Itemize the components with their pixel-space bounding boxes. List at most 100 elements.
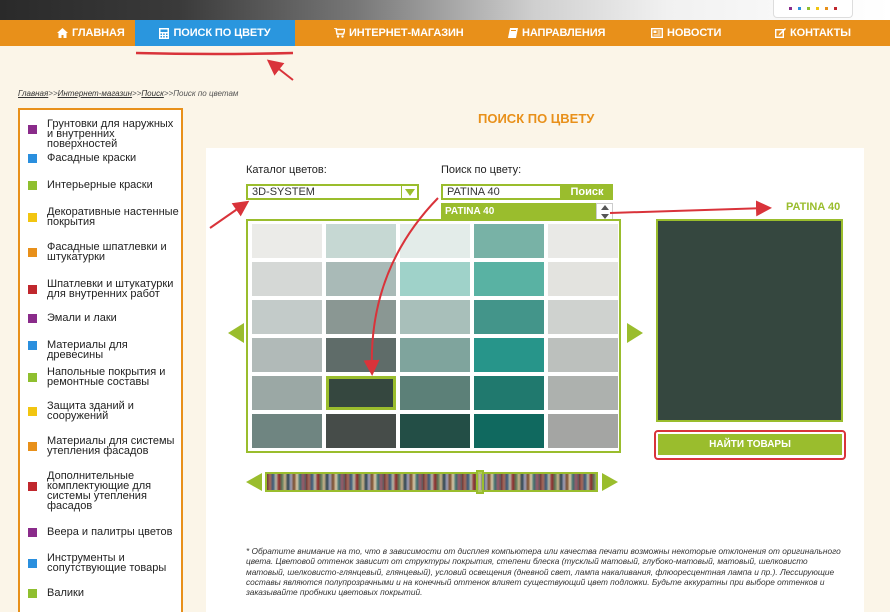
color-swatch[interactable] [548, 300, 618, 334]
nav-item-directions[interactable]: НАПРАВЛЕНИЯ [508, 20, 605, 46]
sidebar-item-label: Защита зданий и сооружений [47, 400, 134, 422]
color-swatch[interactable] [474, 300, 544, 334]
sidebar-item[interactable]: Напольные покрытия и ремонтные составы [20, 367, 181, 388]
color-swatch[interactable] [252, 414, 322, 448]
nav-item-color-search[interactable]: ПОИСК ПО ЦВЕТУ [135, 20, 295, 46]
category-sidebar: Грунтовки для наружных и внутренних пове… [18, 108, 183, 612]
color-swatch[interactable] [548, 376, 618, 410]
breadcrumb-search[interactable]: Поиск [141, 89, 163, 98]
color-swatch[interactable] [326, 224, 396, 258]
nav-item-contacts[interactable]: КОНТАКТЫ [775, 20, 851, 46]
chevron-down-icon[interactable] [401, 186, 417, 198]
color-swatch[interactable] [252, 376, 322, 410]
nav-item-label: ПОИСК ПО ЦВЕТУ [173, 27, 271, 39]
color-strip-slider[interactable] [265, 472, 598, 492]
sidebar-item[interactable]: Шпатлевки и штукатурки для внутренних ра… [20, 279, 181, 300]
nav-item-news[interactable]: НОВОСТИ [651, 20, 721, 46]
cart-icon [334, 28, 345, 38]
color-swatch[interactable] [400, 376, 470, 410]
color-swatch[interactable] [252, 300, 322, 334]
color-swatch[interactable] [400, 262, 470, 296]
category-color-marker [28, 558, 37, 568]
category-color-marker [28, 284, 37, 294]
sidebar-item[interactable]: Материалы для системы утепления фасадов [20, 435, 181, 457]
color-swatch[interactable] [400, 300, 470, 334]
catalog-label: Каталог цветов: [246, 164, 327, 176]
color-swatch[interactable] [252, 338, 322, 372]
category-color-marker [28, 481, 37, 491]
color-swatch[interactable] [252, 262, 322, 296]
sidebar-item-label: Инструменты и сопутствующие товары [47, 552, 167, 574]
catalog-select[interactable]: 3D-SYSTEM [246, 184, 419, 200]
strip-prev-arrow-icon[interactable] [246, 473, 262, 491]
color-swatch[interactable] [474, 376, 544, 410]
top-color-widget[interactable] [773, 0, 853, 18]
nav-item-shop[interactable]: ИНТЕРНЕТ-МАГАЗИН [334, 20, 464, 46]
color-swatch[interactable] [548, 224, 618, 258]
color-swatch[interactable] [474, 262, 544, 296]
sidebar-item[interactable]: Фасадные краски [20, 153, 181, 164]
breadcrumb-shop[interactable]: Интернет-магазин [58, 89, 132, 98]
nav-item-label: НОВОСТИ [667, 27, 722, 39]
main-navbar: ГЛАВНАЯ ПОИСК ПО ЦВЕТУ ИНТЕРНЕТ-МАГАЗИН … [0, 20, 890, 46]
color-swatch[interactable] [400, 224, 470, 258]
color-swatch[interactable] [400, 414, 470, 448]
catalog-select-value: 3D-SYSTEM [252, 186, 315, 198]
color-swatch[interactable] [548, 338, 618, 372]
color-swatch[interactable] [474, 224, 544, 258]
sidebar-item[interactable]: Дополнительные комплектующие для системы… [20, 471, 181, 512]
color-swatch[interactable] [548, 262, 618, 296]
breadcrumb-separator: >> [132, 89, 142, 98]
category-color-marker [28, 313, 37, 323]
search-button[interactable]: Поиск [561, 184, 613, 200]
sidebar-item[interactable]: Декоративные настенные покрытия [20, 206, 181, 228]
sidebar-item[interactable]: Фасадные шпатлевки и штукатурки [20, 242, 181, 263]
color-disclaimer-note: * Обратите внимание на то, что в зависим… [246, 546, 841, 598]
color-swatch[interactable] [474, 414, 544, 448]
sidebar-item[interactable]: Грунтовки для наружных и внутренних пове… [20, 119, 181, 150]
nav-item-label: НАПРАВЛЕНИЯ [522, 27, 606, 39]
category-color-marker [28, 441, 37, 451]
sidebar-item[interactable]: Веера и палитры цветов [20, 527, 181, 538]
annotation-underline [135, 51, 294, 56]
category-color-marker [28, 372, 37, 382]
breadcrumb-home[interactable]: Главная [18, 89, 48, 98]
category-color-marker [28, 588, 37, 598]
color-swatch[interactable] [326, 376, 396, 410]
color-swatch[interactable] [326, 300, 396, 334]
sidebar-item[interactable]: Валики [20, 588, 181, 599]
annotation-highlight-box [654, 430, 846, 460]
color-strip-handle[interactable] [476, 470, 484, 494]
strip-next-arrow-icon[interactable] [602, 473, 618, 491]
category-color-marker [28, 340, 37, 350]
color-swatch[interactable] [326, 414, 396, 448]
newspaper-icon [651, 28, 663, 38]
color-swatch[interactable] [474, 338, 544, 372]
category-color-marker [28, 247, 37, 257]
sidebar-item-label: Материалы для системы утепления фасадов [47, 435, 175, 457]
color-swatch[interactable] [326, 262, 396, 296]
sidebar-item[interactable]: Эмали и лаки [20, 313, 181, 324]
page-title: ПОИСК ПО ЦВЕТУ [478, 111, 595, 126]
breadcrumb-separator: >> [163, 89, 174, 98]
sidebar-item[interactable]: Материалы для древесины [20, 340, 181, 361]
edit-icon [775, 28, 786, 38]
preview-color-name: PATINA 40 [786, 201, 841, 213]
sidebar-item-label: Декоративные настенные покрытия [47, 206, 179, 228]
color-search-input[interactable]: PATINA 40 [441, 184, 562, 200]
sidebar-item[interactable]: Защита зданий и сооружений [20, 400, 181, 422]
nav-item-label: ИНТЕРНЕТ-МАГАЗИН [349, 27, 464, 39]
palette-next-arrow-icon[interactable] [627, 323, 643, 343]
sidebar-item[interactable]: Инструменты и сопутствующие товары [20, 552, 181, 574]
color-swatch[interactable] [326, 338, 396, 372]
category-color-marker [28, 406, 37, 416]
color-swatch[interactable] [400, 338, 470, 372]
color-swatch[interactable] [252, 224, 322, 258]
palette-prev-arrow-icon[interactable] [228, 323, 244, 343]
color-swatch[interactable] [548, 414, 618, 448]
top-decor-strip [0, 0, 890, 20]
arrow-up-icon[interactable] [601, 205, 609, 210]
sidebar-item[interactable]: Интерьерные краски [20, 180, 181, 191]
nav-item-home[interactable]: ГЛАВНАЯ [57, 20, 125, 46]
preview-color-box [656, 219, 843, 422]
